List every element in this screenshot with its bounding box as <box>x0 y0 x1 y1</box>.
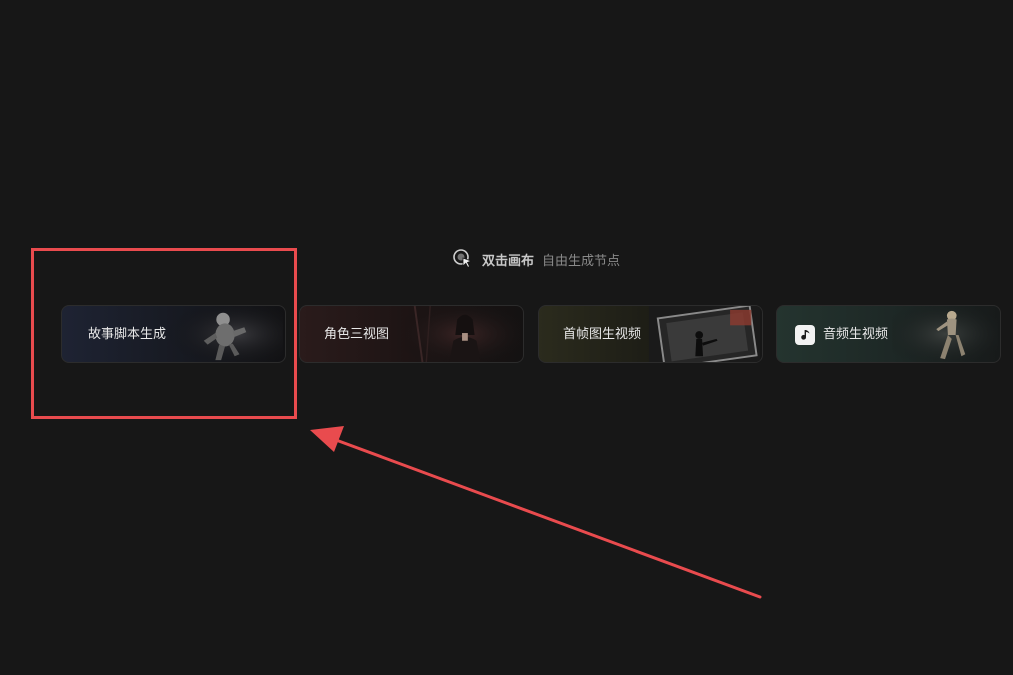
cursor-click-icon <box>453 249 473 268</box>
music-note-icon <box>795 325 815 345</box>
workflow-canvas[interactable]: 双击画布 自由生成节点 故事脚本生成 角色三视图 首帧图生视频 音频生视频 <box>0 0 1013 675</box>
canvas-hint: 双击画布 自由生成节点 <box>452 248 620 270</box>
node-card-label: 首帧图生视频 <box>563 327 642 342</box>
node-card-audio-video[interactable]: 音频生视频 <box>776 305 1001 363</box>
canvas-hint-strong: 双击画布 <box>482 253 535 269</box>
dancer-illustration <box>891 306 999 362</box>
canvas-hint-rest: 自由生成节点 <box>542 253 621 269</box>
node-card-character-views[interactable]: 角色三视图 <box>299 305 524 363</box>
node-card-label: 故事脚本生成 <box>88 327 167 342</box>
node-card-label: 角色三视图 <box>324 327 390 342</box>
frames-illustration <box>648 306 761 362</box>
node-card-story-script[interactable]: 故事脚本生成 <box>61 305 286 363</box>
portrait-illustration <box>405 306 521 362</box>
node-card-label: 音频生视频 <box>823 327 889 342</box>
node-card-first-frame-video[interactable]: 首帧图生视频 <box>538 305 763 363</box>
astronaut-illustration <box>167 306 283 362</box>
